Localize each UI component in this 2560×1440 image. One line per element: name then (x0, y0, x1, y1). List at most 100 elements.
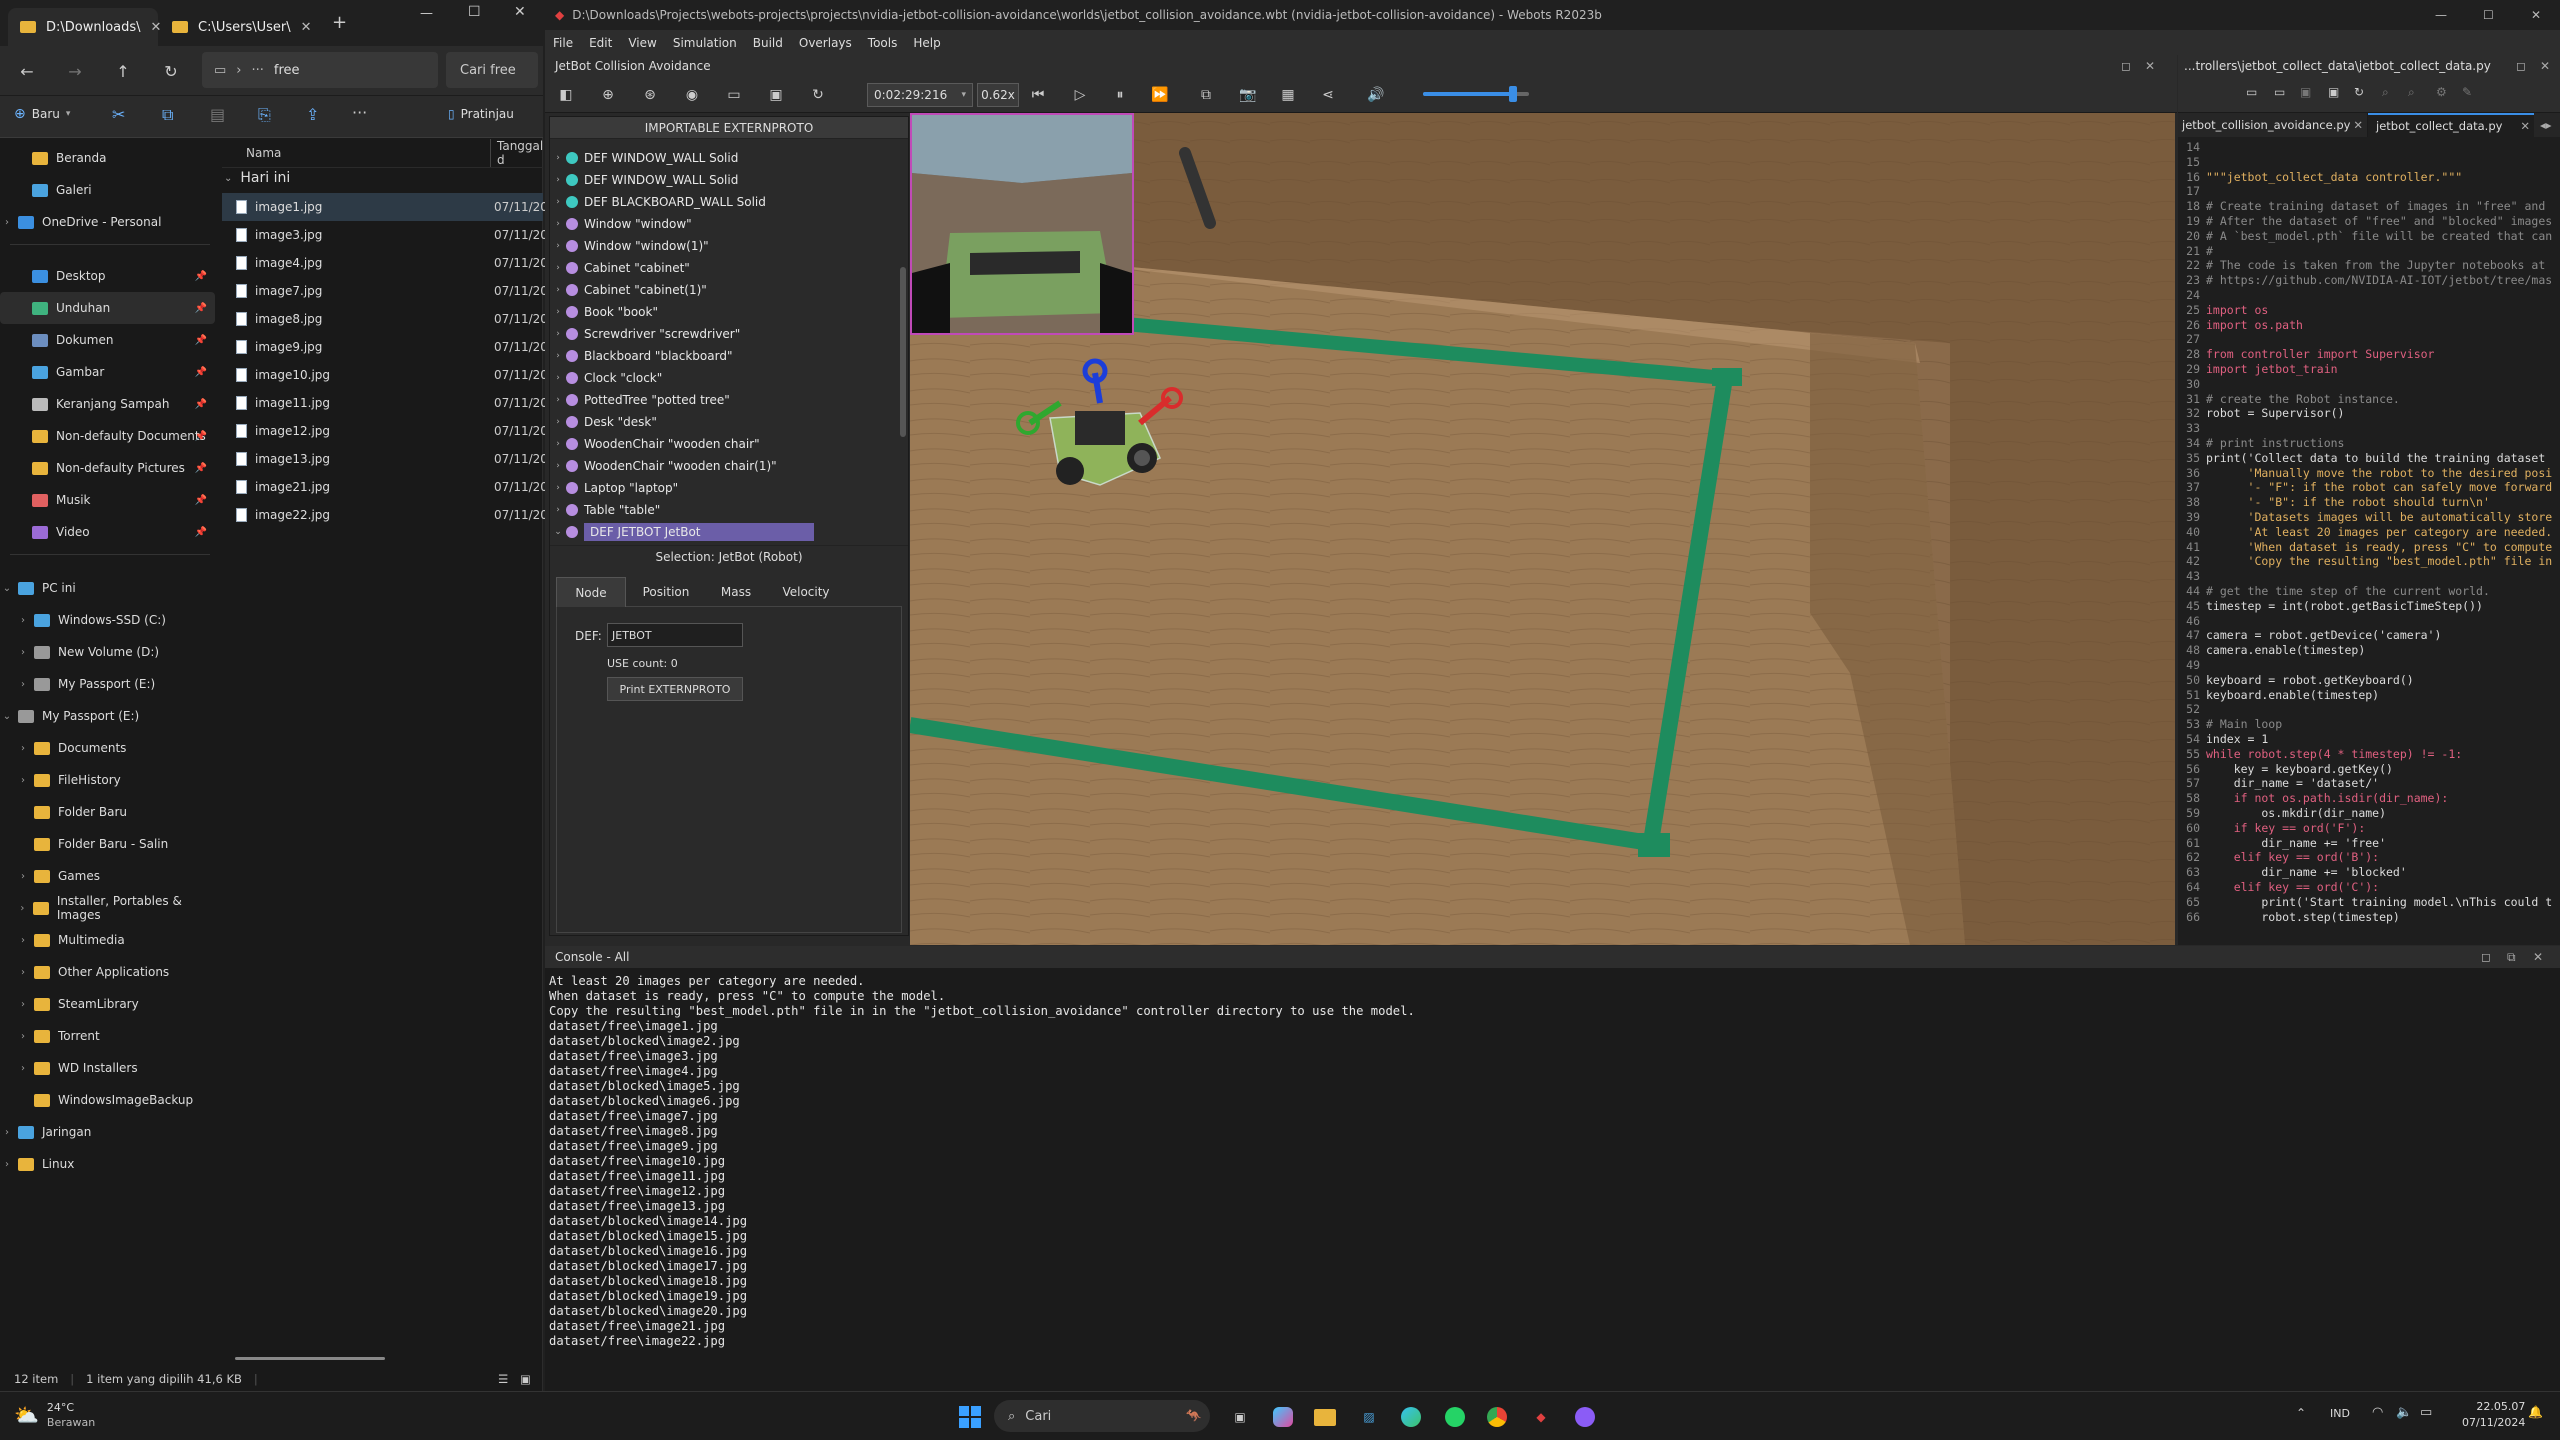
sidebar-item-folder[interactable]: › SteamLibrary (0, 988, 215, 1020)
sidebar-item-musik[interactable]: Musik 📌 (0, 484, 215, 516)
chevron-right-icon[interactable]: › (16, 1063, 30, 1074)
chevron-right-icon[interactable]: › (550, 329, 566, 339)
file-row[interactable]: image7.jpg 07/11/202 (222, 277, 556, 305)
minimize-icon[interactable]: ◻ (2481, 950, 2491, 964)
tree-scrollbar[interactable] (900, 147, 906, 542)
menu-item[interactable]: Help (905, 36, 948, 50)
close-icon[interactable]: ✕ (2533, 950, 2543, 964)
scene-tree-node[interactable]: › Laptop "laptop" (550, 477, 895, 499)
copy-icon[interactable]: ⧉ (162, 105, 173, 125)
chevron-right-icon[interactable]: › (550, 197, 566, 207)
scene-tree-node[interactable]: › WoodenChair "wooden chair" (550, 433, 895, 455)
scene-tree-node[interactable]: › DEF WINDOW_WALL Solid (550, 169, 895, 191)
chevron-right-icon[interactable]: › (550, 153, 566, 163)
battery-icon[interactable]: ▭ (2420, 1405, 2432, 1420)
sidebar-item-folder[interactable]: › FileHistory (0, 764, 215, 796)
github-desktop-icon[interactable] (1570, 1402, 1600, 1432)
chevron-down-icon[interactable]: ⌄ (550, 527, 566, 537)
float-icon[interactable]: ◻ (2516, 59, 2526, 73)
share-icon[interactable]: ⋖ (1315, 83, 1341, 107)
sidebar-item-folder[interactable]: Folder Baru - Salin (0, 828, 215, 860)
close-icon[interactable]: ✕ (2520, 119, 2530, 133)
task-view-icon[interactable]: ▣ (1225, 1402, 1255, 1432)
chevron-right-icon[interactable]: › (0, 1127, 14, 1138)
chevron-right-icon[interactable]: › (16, 871, 30, 882)
sidebar-item-drive-c[interactable]: › Windows-SSD (C:) (0, 604, 215, 636)
chevron-right-icon[interactable]: › (16, 679, 30, 690)
chevron-right-icon[interactable]: › (16, 647, 30, 658)
chevron-right-icon[interactable]: › (16, 967, 30, 978)
save-world-icon[interactable]: ▣ (763, 83, 789, 107)
menu-item[interactable]: File (545, 36, 581, 50)
float-icon[interactable]: ◻ (2121, 59, 2131, 73)
chevron-right-icon[interactable]: › (550, 285, 566, 295)
sidebar-item-gambar[interactable]: Gambar 📌 (0, 356, 215, 388)
chevron-down-icon[interactable]: ⌄ (0, 583, 14, 594)
save-all-icon[interactable]: ▣ (2328, 85, 2339, 99)
print-externproto-button[interactable]: Print EXTERNPROTO (607, 677, 743, 701)
pause-icon[interactable]: ⏸ (1107, 83, 1133, 107)
scene-tree-node[interactable]: › Window "window" (550, 213, 895, 235)
file-row[interactable]: image13.jpg 07/11/202 (222, 445, 556, 473)
sidebar-item-onedrive[interactable]: › OneDrive - Personal (0, 206, 215, 238)
open-world-icon[interactable]: ▭ (721, 83, 747, 107)
sidebar-item-dokumen[interactable]: Dokumen 📌 (0, 324, 215, 356)
sidebar-item-folder[interactable]: › Games (0, 860, 215, 892)
sidebar-item-my-passport[interactable]: ⌄ My Passport (E:) (0, 700, 215, 732)
notification-bell-icon[interactable]: 🔔 (2528, 1405, 2543, 1419)
3d-viewport[interactable] (910, 113, 2175, 945)
sidebar-item-non-default-documents[interactable]: Non-defaulty Documents 📌 (0, 420, 215, 452)
volume-slider[interactable] (1423, 86, 1529, 102)
scene-tree-node[interactable]: › Cabinet "cabinet(1)" (550, 279, 895, 301)
save-icon[interactable]: ▣ (2300, 85, 2311, 99)
chevron-right-icon[interactable]: › (0, 217, 14, 228)
sidebar-item-folder[interactable]: Folder Baru (0, 796, 215, 828)
chrome-icon[interactable] (1482, 1402, 1512, 1432)
file-row[interactable]: image8.jpg 07/11/202 (222, 305, 556, 333)
close-icon[interactable]: ✕ (2145, 59, 2155, 73)
explorer-tab-downloads[interactable]: D:\Downloads\ ✕ (8, 8, 161, 46)
sidebar-item-non-default-pictures[interactable]: Non-defaulty Pictures 📌 (0, 452, 215, 484)
file-row[interactable]: image4.jpg 07/11/202 (222, 249, 556, 277)
back-icon[interactable]: ← (10, 51, 44, 91)
taskbar-search[interactable]: ⌕ Cari 🦘 (994, 1400, 1210, 1432)
tab-jetbot-collect-data[interactable]: jetbot_collect_data.py ✕ (2368, 113, 2534, 137)
scrollbar-thumb[interactable] (900, 267, 906, 437)
open-file-icon[interactable]: ▭ (2274, 85, 2285, 99)
console-output[interactable]: At least 20 images per category are need… (545, 974, 2560, 1386)
rename-icon[interactable]: ⎘ (258, 105, 271, 125)
scene-tree-node[interactable]: › Screwdriver "screwdriver" (550, 323, 895, 345)
chevron-right-icon[interactable]: › (16, 743, 30, 754)
revert-icon[interactable]: ↻ (2354, 85, 2364, 99)
menu-item[interactable]: Tools (860, 36, 906, 50)
scene-tree-node[interactable]: › DEF BLACKBOARD_WALL Solid (550, 191, 895, 213)
chevron-right-icon[interactable]: › (16, 999, 30, 1010)
chevron-right-icon[interactable]: › (550, 373, 566, 383)
file-row[interactable]: image12.jpg 07/11/202 (222, 417, 556, 445)
file-row[interactable]: image21.jpg 07/11/202 (222, 473, 556, 501)
step-icon[interactable]: ▷ (1067, 83, 1093, 107)
chevron-down-icon[interactable]: ⌄ (0, 711, 14, 722)
chevron-right-icon[interactable]: › (16, 1031, 30, 1042)
volume-icon[interactable]: 🔊 (1363, 83, 1389, 107)
path-box[interactable]: ▭ › ··· free (202, 52, 438, 88)
sidebar-item-pc[interactable]: ⌄ PC ini (0, 572, 215, 604)
chevron-right-icon[interactable]: › (550, 307, 566, 317)
chevron-right-icon[interactable]: › (16, 935, 30, 946)
tab-velocity[interactable]: Velocity (766, 577, 846, 606)
edge-icon[interactable] (1396, 1402, 1426, 1432)
new-button[interactable]: ⊕ Baru ▾ (14, 106, 70, 122)
reload-world-icon[interactable]: ↻ (805, 83, 831, 107)
code-area[interactable]: 14 15 16 """jetbot_collect_data controller.… (2178, 140, 2560, 940)
sidebar-item-linux[interactable]: › Linux (0, 1148, 215, 1180)
scene-tree-node[interactable]: › Clock "clock" (550, 367, 895, 389)
sidebar-item-drive-e[interactable]: › My Passport (E:) (0, 668, 215, 700)
whatsapp-icon[interactable] (1440, 1402, 1470, 1432)
close-icon[interactable]: ✕ (2353, 118, 2363, 132)
file-explorer-icon[interactable] (1310, 1402, 1340, 1432)
scene-tree-node[interactable]: › Table "table" (550, 499, 895, 521)
chevron-right-icon[interactable]: › (0, 1159, 14, 1170)
file-row[interactable]: image3.jpg 07/11/202 (222, 221, 556, 249)
scene-tree-node[interactable]: › Book "book" (550, 301, 895, 323)
sidebar-item-galeri[interactable]: Galeri (0, 174, 215, 206)
